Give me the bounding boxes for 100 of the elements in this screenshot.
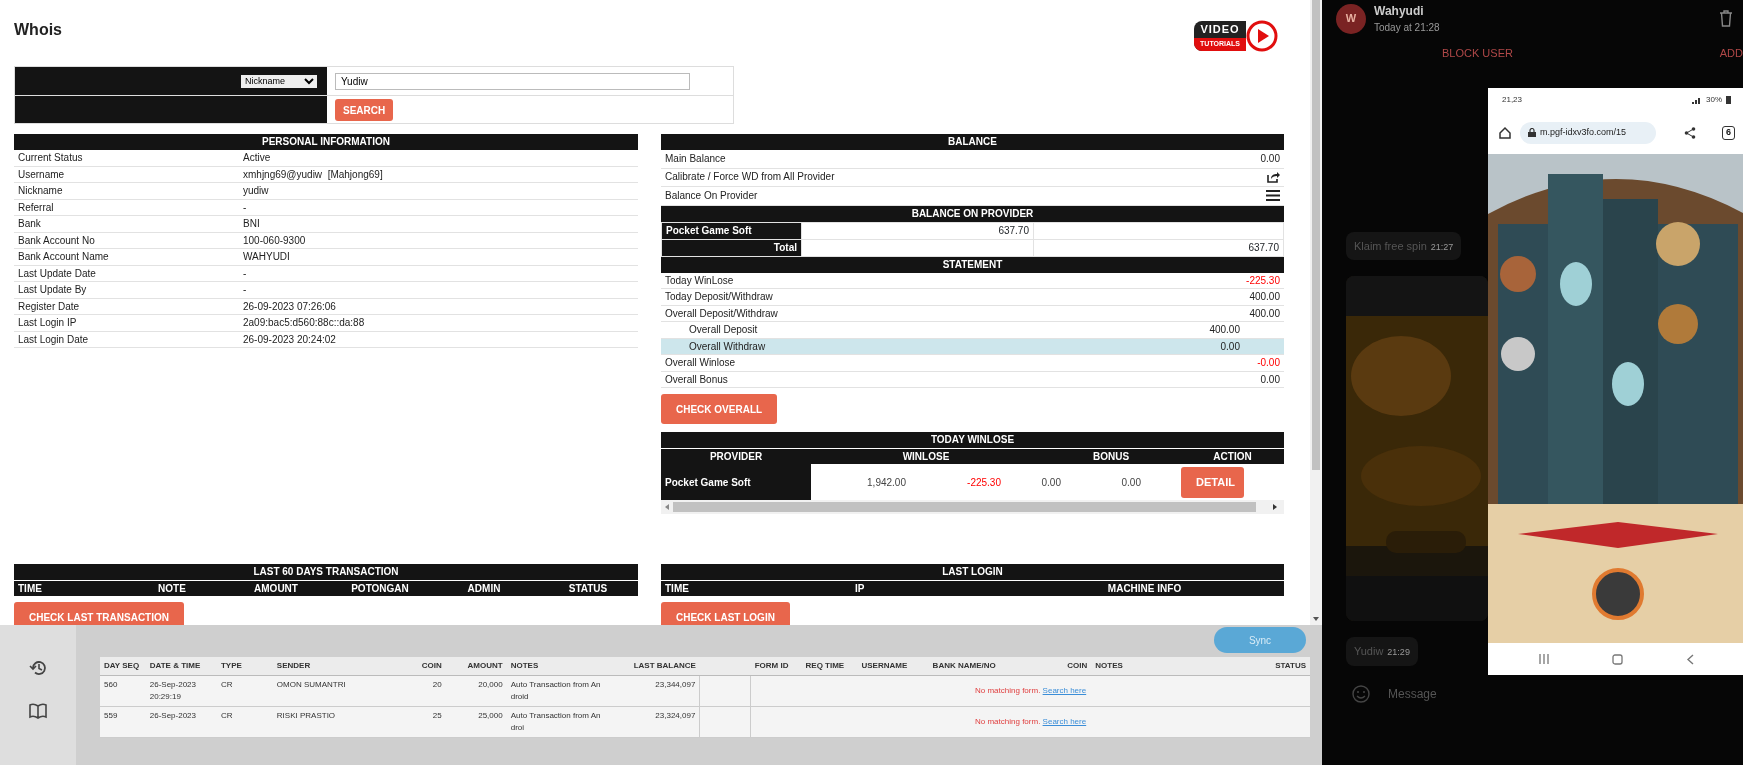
table-cell: Auto Transaction from Android bbox=[506, 675, 609, 707]
home-icon[interactable] bbox=[1498, 125, 1512, 140]
field-value: yudiw bbox=[243, 184, 269, 198]
column-header: SENDER bbox=[272, 657, 395, 676]
field-value: 0.00 bbox=[1260, 151, 1280, 166]
table-cell: 560 bbox=[100, 675, 146, 707]
field-value: - bbox=[243, 283, 247, 297]
avatar: W bbox=[1336, 3, 1366, 34]
last-seen-text: Today at 21:28 bbox=[1374, 21, 1440, 35]
table-cell: 25 bbox=[394, 706, 446, 738]
statement-row: Overall Winlose -0.00 bbox=[661, 355, 1284, 372]
status-message: No matching form. bbox=[975, 717, 1041, 726]
table-cell: Pocket Game Soft bbox=[661, 464, 811, 500]
address-bar[interactable]: m.pgf-idxv3fo.com/15 bbox=[1520, 121, 1656, 144]
horizontal-scrollbar[interactable] bbox=[661, 500, 1284, 514]
field-label: Referral bbox=[18, 200, 55, 215]
table-cell: Auto Transaction from Androi bbox=[506, 706, 609, 738]
column-header: WINLOSE bbox=[901, 450, 951, 464]
field-value: 2a09:bac5:d560:88c::da:88 bbox=[243, 316, 365, 330]
column-header: COIN bbox=[394, 657, 446, 676]
search-here-link[interactable]: Search here bbox=[1042, 686, 1087, 695]
field-value: 26-09-2023 20:24:02 bbox=[243, 332, 336, 347]
scroll-right-arrow-icon[interactable] bbox=[1272, 502, 1278, 512]
table-cell-text: 0.00 bbox=[1120, 475, 1141, 490]
table-cell: 559 bbox=[100, 706, 146, 738]
table-cell: 23,344,097 bbox=[608, 675, 700, 707]
history-icon[interactable] bbox=[29, 659, 47, 677]
field-label: Bank Account Name bbox=[18, 250, 110, 264]
section-header: LAST 60 DAYS TRANSACTION bbox=[14, 564, 638, 580]
vertical-scrollbar[interactable] bbox=[1310, 0, 1322, 625]
table-cell: 637.70 bbox=[801, 222, 1034, 239]
check-last-transaction-button[interactable]: CHECK LAST TRANSACTION bbox=[14, 602, 184, 625]
column-header: REQ TIME bbox=[801, 657, 858, 676]
table-cell: OMON SUMANTRI bbox=[272, 675, 395, 707]
column-header: STATUS bbox=[1172, 657, 1310, 676]
column-header: MACHINE INFO bbox=[1106, 582, 1183, 596]
section-header: PERSONAL INFORMATION bbox=[14, 134, 638, 150]
field-label: Last Update Date bbox=[18, 266, 97, 281]
table-cell-text: -225.30 bbox=[966, 475, 1001, 490]
field-value: Active bbox=[243, 151, 271, 165]
table-cell: 20,000 bbox=[445, 675, 507, 707]
back-icon[interactable] bbox=[1685, 653, 1694, 665]
field-label: Register Date bbox=[18, 299, 81, 314]
table-cell: CR bbox=[216, 675, 273, 707]
signal-icon bbox=[1692, 95, 1702, 104]
message-time: 21:29 bbox=[1387, 647, 1410, 657]
status-clock: 21,23 bbox=[1502, 93, 1523, 106]
block-user-button[interactable]: BLOCK USER bbox=[1442, 45, 1513, 62]
search-type-select[interactable]: Nickname bbox=[241, 74, 317, 88]
field-label: Main Balance bbox=[665, 151, 726, 166]
add-button[interactable]: ADD bbox=[1719, 45, 1743, 62]
field-label: Current Status bbox=[18, 151, 84, 165]
share-icon[interactable] bbox=[1683, 126, 1696, 139]
table-cell: 23,324,097 bbox=[608, 706, 700, 738]
column-header: POTONGAN bbox=[350, 582, 410, 596]
field-value: WAHYUDI bbox=[243, 250, 290, 264]
trash-icon[interactable] bbox=[1719, 10, 1733, 27]
message-text: Yudiw bbox=[1354, 645, 1384, 657]
field-label: Balance On Provider bbox=[665, 188, 758, 203]
table-cell: CR bbox=[216, 706, 273, 738]
field-value: - bbox=[243, 200, 247, 215]
column-header: NOTES bbox=[1091, 657, 1173, 676]
section-header: LAST LOGIN bbox=[661, 564, 1284, 580]
field-label: Last Update By bbox=[18, 283, 88, 297]
check-overall-button[interactable]: CHECK OVERALL bbox=[661, 394, 778, 424]
detail-button[interactable]: DETAIL bbox=[1181, 466, 1244, 498]
book-icon[interactable] bbox=[29, 703, 47, 719]
field-value: - bbox=[243, 266, 247, 281]
scroll-down-arrow-icon[interactable] bbox=[1312, 616, 1320, 622]
list-icon[interactable] bbox=[1266, 190, 1280, 202]
search-field[interactable]: Yudiw bbox=[335, 73, 690, 90]
field-label: Last Login IP bbox=[18, 316, 78, 330]
column-header: USERNAME bbox=[857, 657, 929, 676]
status-message: No matching form. bbox=[975, 686, 1041, 695]
search-button[interactable]: SEARCH bbox=[335, 99, 394, 121]
search-here-link[interactable]: Search here bbox=[1042, 717, 1087, 726]
export-icon[interactable] bbox=[1267, 171, 1280, 184]
message-field[interactable]: Message bbox=[1386, 683, 1545, 704]
table-cell: 637.70 bbox=[1033, 239, 1284, 256]
column-header: TIME bbox=[17, 582, 43, 596]
sync-button[interactable]: Sync bbox=[1214, 627, 1306, 653]
column-header: PROVIDER bbox=[708, 450, 764, 464]
table-cell: RISKI PRASTIO bbox=[272, 706, 395, 738]
play-icon bbox=[1246, 20, 1278, 52]
column-header: IP bbox=[854, 582, 866, 596]
section-header: TODAY WINLOSE bbox=[661, 432, 1284, 448]
home-button-icon[interactable] bbox=[1612, 653, 1623, 665]
field-label: Bank bbox=[18, 217, 42, 231]
tab-count[interactable]: 6 bbox=[1721, 125, 1735, 140]
field-value: BNI bbox=[243, 217, 260, 231]
column-header: ADMIN bbox=[466, 582, 502, 596]
column-header: NOTE bbox=[157, 582, 187, 596]
page-title: Whois bbox=[14, 20, 62, 40]
check-last-login-button[interactable]: CHECK LAST LOGIN bbox=[661, 602, 790, 625]
field-value: 100-060-9300 bbox=[243, 233, 306, 248]
contact-name: Wahyudi bbox=[1374, 3, 1425, 20]
column-header: AMOUNT bbox=[445, 657, 507, 676]
column-header: BANK NAME/NO bbox=[928, 657, 1031, 676]
column-header: BONUS bbox=[1091, 450, 1131, 464]
section-header: BALANCE bbox=[661, 134, 1284, 150]
